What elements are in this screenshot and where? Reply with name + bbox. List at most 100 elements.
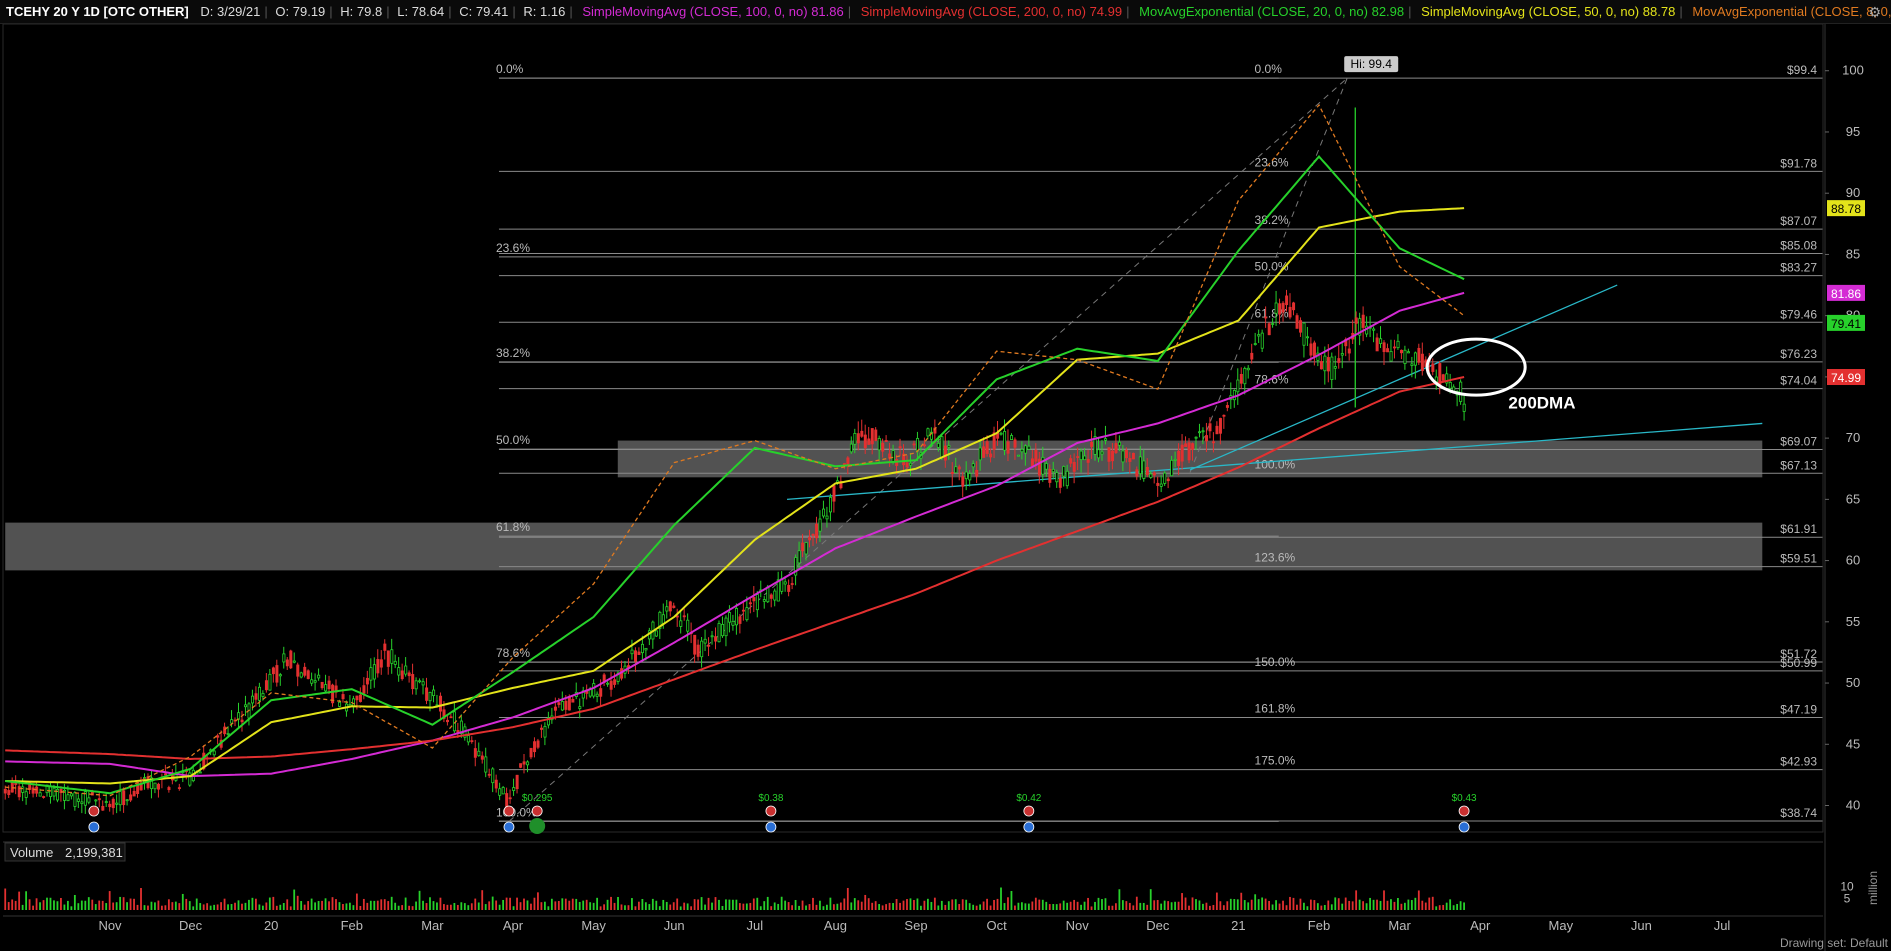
earnings-marker-icon[interactable] <box>1023 805 1035 817</box>
candle-body <box>498 788 502 796</box>
volume-bar <box>53 900 55 910</box>
event-marker-icon[interactable] <box>1023 821 1035 833</box>
candle-body <box>24 791 28 798</box>
volume-bar <box>672 902 675 910</box>
candle-body <box>1396 340 1400 349</box>
candle-body <box>961 476 965 487</box>
candle-body <box>132 790 136 797</box>
candle-body <box>1145 466 1149 475</box>
symbol-label[interactable]: TCEHY 20 Y 1D [OTC OTHER] <box>6 4 189 19</box>
volume-bar <box>1184 897 1187 910</box>
volume-bar <box>11 899 14 910</box>
candle-body <box>536 740 540 748</box>
volume-bar <box>1142 902 1145 910</box>
study-sma200-label[interactable]: SimpleMovingAvg (CLOSE, 200, 0, no) <box>861 4 1086 19</box>
candle-body <box>1156 482 1160 486</box>
volume-bar <box>98 900 101 910</box>
study-ema8-label[interactable]: MovAvgExponential (CLOSE, 8, 0, no) <box>1692 4 1891 19</box>
candle-body <box>289 650 293 669</box>
earnings-marker-icon[interactable] <box>1458 805 1470 817</box>
volume-bar <box>174 901 177 910</box>
candle-body <box>1337 358 1341 363</box>
earnings-marker-icon[interactable] <box>765 805 777 817</box>
candle-body <box>564 700 568 710</box>
study-ema20-label[interactable]: MovAvgExponential (CLOSE, 20, 0, no) <box>1139 4 1368 19</box>
candle-body <box>386 650 390 667</box>
candle-body <box>776 579 780 602</box>
volume-bar <box>1101 899 1103 910</box>
volume-bar <box>1174 901 1176 910</box>
x-tick-label: Feb <box>341 918 363 933</box>
drawing-set-label[interactable]: Drawing set: Default <box>1780 936 1889 950</box>
event-marker-icon[interactable] <box>503 821 515 833</box>
candle-body <box>529 747 533 758</box>
candle-body <box>1375 337 1379 352</box>
volume-bar <box>1010 890 1013 910</box>
candle-body <box>466 735 470 743</box>
volume-bar <box>867 898 870 910</box>
volume-bar <box>1007 897 1009 910</box>
volume-bar <box>1316 903 1319 910</box>
volume-bar <box>638 901 640 910</box>
volume-bar <box>982 901 985 910</box>
volume-bar <box>1108 905 1110 910</box>
dividend-icon[interactable] <box>529 818 546 834</box>
series-sma-50[interactable] <box>5 207 1465 785</box>
volume-bar <box>815 904 818 910</box>
y-tick-label: 90 <box>1846 185 1860 200</box>
candle-body <box>1340 353 1344 356</box>
candle-body <box>1260 332 1264 349</box>
candle-body <box>38 792 42 797</box>
event-marker-icon[interactable] <box>765 821 777 833</box>
highlight-circle[interactable] <box>1425 337 1527 397</box>
price-chart[interactable]: 0.0% 23.6% 38.2% 50.0% 61.8% 78.6% 100.0% 0.0% 2… <box>0 24 1891 951</box>
header-item-open: O: 79.19 <box>275 4 326 19</box>
candle-body <box>940 436 944 458</box>
chart-settings-icon[interactable]: ⚙ <box>1868 4 1881 21</box>
volume-bar <box>1417 890 1420 910</box>
study-sma100-label[interactable]: SimpleMovingAvg (CLOSE, 100, 0, no) <box>582 4 807 19</box>
x-tick-label: Nov <box>98 918 122 933</box>
earnings-marker-icon[interactable] <box>531 805 543 817</box>
volume-bar <box>18 891 21 910</box>
candle-body <box>752 597 756 602</box>
earnings-marker-icon[interactable] <box>88 805 100 817</box>
event-marker-icon[interactable] <box>1458 821 1470 833</box>
study-ema20-value: 82.98 <box>1371 4 1405 19</box>
volume-bar <box>725 899 727 910</box>
event-marker-icon[interactable] <box>88 821 100 833</box>
candle-body <box>379 659 383 668</box>
study-sma50-label[interactable]: SimpleMovingAvg (CLOSE, 50, 0, no) <box>1421 4 1639 19</box>
candle-body <box>1131 452 1135 460</box>
study-sma50-value: 88.78 <box>1642 4 1676 19</box>
volume-bar <box>745 903 748 910</box>
candle-body <box>950 472 954 474</box>
volume-bar <box>1177 901 1180 910</box>
volume-bar <box>178 903 181 910</box>
volume-bar <box>1292 897 1295 910</box>
candle-body <box>867 438 871 445</box>
axis-price-tag-text: 88.78 <box>1831 202 1861 216</box>
volume-bar <box>1062 900 1065 910</box>
earnings-marker-icon[interactable] <box>503 805 515 817</box>
candle-body <box>261 693 265 697</box>
volume-bar <box>456 904 459 910</box>
header-item-close: C: 79.41 <box>459 4 509 19</box>
candle-body <box>968 473 972 481</box>
candle-body <box>797 550 801 564</box>
volume-bar <box>658 906 661 910</box>
candle-body <box>66 794 70 802</box>
fib-left-label: 23.6% <box>496 241 530 255</box>
volume-bar <box>35 898 38 910</box>
volume-bar <box>223 898 226 910</box>
volume-bar <box>1170 902 1173 910</box>
candle-body <box>1448 381 1452 389</box>
candle-body <box>42 796 46 798</box>
volume-bar <box>550 898 553 910</box>
volume-bar <box>857 900 860 910</box>
candle-body <box>832 485 836 502</box>
volume-bar <box>39 902 41 910</box>
volume-bar <box>1313 900 1316 910</box>
candle-body <box>811 533 815 536</box>
volume-bar <box>115 902 118 910</box>
